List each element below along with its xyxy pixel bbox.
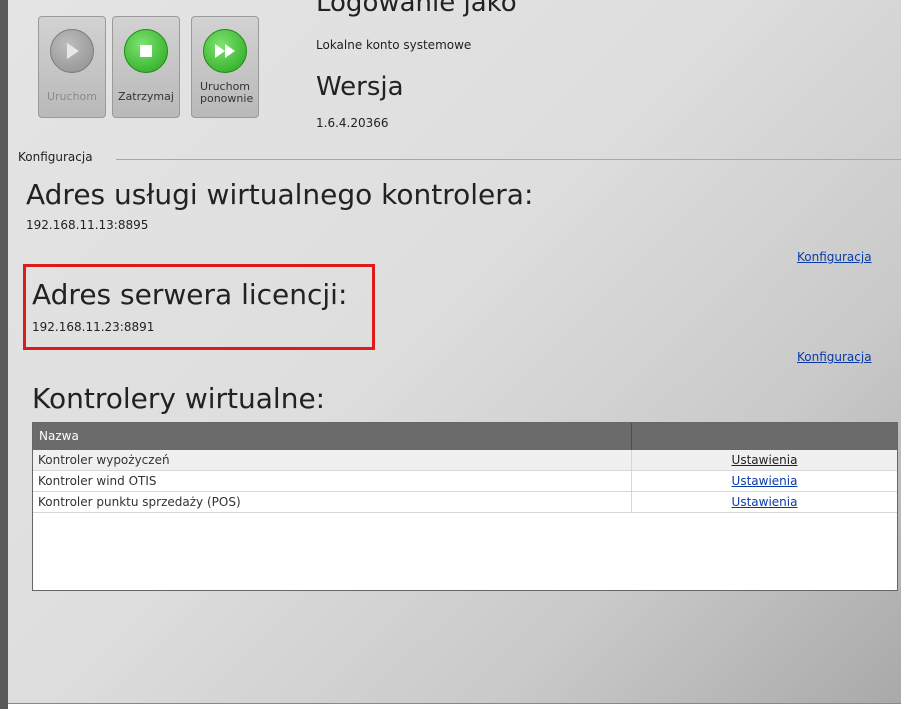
restart-button-label: Uruchom ponownie [200, 80, 254, 105]
config-group-divider [116, 159, 901, 160]
controllers-table: Nazwa Kontroler wypożyczeń Ustawienia Ko… [32, 422, 898, 591]
service-panel: Uruchom Zatrzymaj Uruchom ponownie Logow… [8, 0, 901, 704]
logon-value: Lokalne konto systemowe [316, 38, 472, 52]
fast-forward-icon [203, 29, 247, 73]
start-button-label: Uruchom [46, 90, 97, 103]
table-row[interactable]: Kontroler wind OTIS Ustawienia [33, 471, 897, 492]
config-group-label: Konfiguracja [18, 150, 93, 164]
window-left-border [0, 0, 8, 709]
vc-address-value: 192.168.11.13:8895 [26, 218, 149, 232]
stop-button-label: Zatrzymaj [118, 90, 174, 103]
settings-link[interactable]: Ustawienia [732, 495, 798, 509]
column-header-name[interactable]: Nazwa [33, 423, 632, 450]
version-value: 1.6.4.20366 [316, 116, 389, 130]
start-button[interactable]: Uruchom [38, 16, 106, 118]
restart-button[interactable]: Uruchom ponownie [191, 16, 259, 118]
controller-name: Kontroler wypożyczeń [33, 450, 632, 470]
stop-icon [124, 29, 168, 73]
logon-heading: Logowanie jako [316, 0, 517, 18]
version-heading: Wersja [316, 72, 404, 102]
license-highlight-box [23, 264, 375, 350]
vc-address-heading: Adres usługi wirtualnego kontrolera: [26, 178, 534, 211]
play-icon [50, 29, 94, 73]
controllers-heading: Kontrolery wirtualne: [32, 382, 326, 415]
controller-name: Kontroler wind OTIS [33, 471, 632, 491]
column-header-actions[interactable] [632, 423, 897, 450]
stop-button[interactable]: Zatrzymaj [112, 16, 180, 118]
table-row[interactable]: Kontroler punktu sprzedaży (POS) Ustawie… [33, 492, 897, 513]
vc-config-link[interactable]: Konfiguracja [797, 250, 872, 264]
table-header: Nazwa [33, 423, 897, 450]
controller-name: Kontroler punktu sprzedaży (POS) [33, 492, 632, 512]
license-config-link[interactable]: Konfiguracja [797, 350, 872, 364]
settings-link[interactable]: Ustawienia [732, 453, 798, 467]
table-row[interactable]: Kontroler wypożyczeń Ustawienia [33, 450, 897, 471]
settings-link[interactable]: Ustawienia [732, 474, 798, 488]
